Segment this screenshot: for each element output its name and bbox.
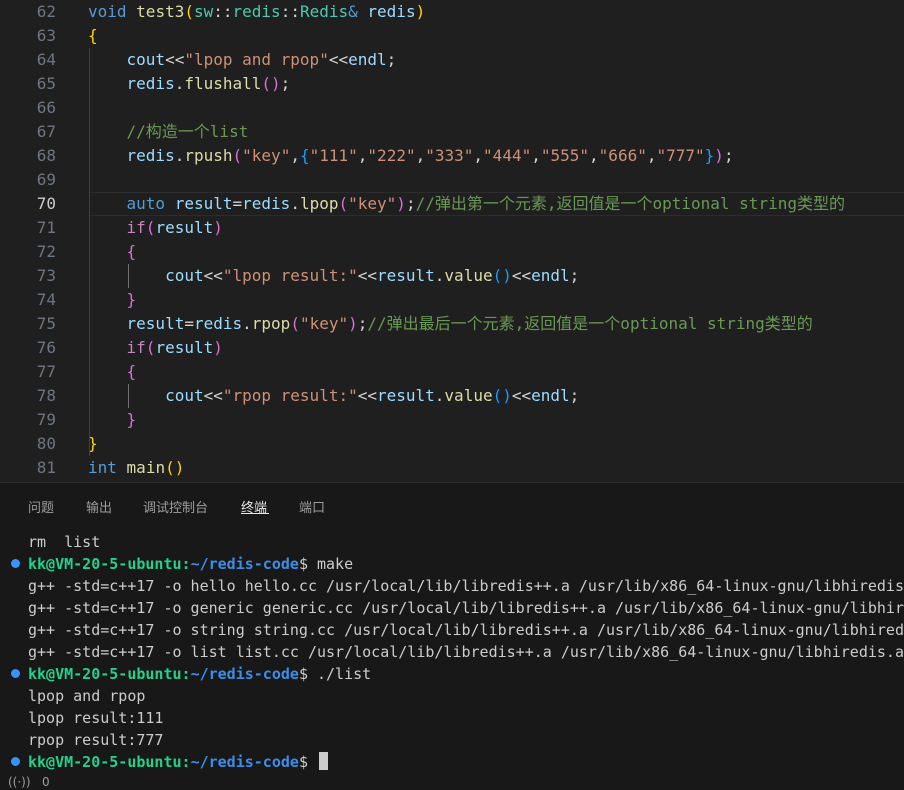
line-number: 70 (36, 194, 56, 213)
code-line[interactable]: 72 { (0, 240, 904, 264)
code-text[interactable]: int main() (88, 456, 184, 480)
prompt-command: $ (298, 753, 317, 771)
code-text[interactable]: cout<<"lpop and rpop"<<endl; (88, 48, 397, 72)
code-text[interactable]: cout<<"rpop result:"<<result.value()<<en… (88, 384, 579, 408)
prompt-command: $ ./list (298, 665, 372, 683)
prompt-path: ~/redis-code (190, 555, 299, 573)
line-number: 69 (36, 170, 56, 189)
terminal-output-line: g++ -std=c++17 -o hello hello.cc /usr/lo… (28, 577, 904, 595)
code-text[interactable]: redis.flushall(); (88, 72, 291, 96)
code-line[interactable]: 77 { (0, 360, 904, 384)
code-line[interactable]: 67 //构造一个list (0, 120, 904, 144)
line-number: 64 (36, 50, 56, 69)
panel-tabs: 问题 输出 调试控制台 终端 端口 (0, 483, 904, 527)
code-line[interactable]: 66 (0, 96, 904, 120)
code-line[interactable]: 65 redis.flushall(); (0, 72, 904, 96)
line-number: 67 (36, 122, 56, 141)
code-text[interactable]: result=redis.rpop("key");//弹出最后一个元素,返回值是… (88, 312, 813, 336)
command-decoration-icon[interactable] (11, 559, 20, 568)
code-line[interactable]: 63 { (0, 24, 904, 48)
prompt-user: kk@VM-20-5-ubuntu: (28, 665, 191, 683)
prompt-user: kk@VM-20-5-ubuntu: (28, 753, 191, 771)
code-text[interactable]: { (88, 240, 137, 264)
indent-guide (128, 264, 129, 288)
panel-tab[interactable]: 输出 (86, 497, 112, 516)
code-text[interactable]: auto result=redis.lpop("key");//弹出第一个元素,… (88, 192, 845, 216)
ports-count: 0 (42, 775, 50, 789)
code-text[interactable]: } (88, 288, 137, 312)
code-text[interactable]: void test3(sw::redis::Redis& redis) (88, 0, 425, 24)
status-bar: ((·)) 0 (0, 774, 904, 790)
code-editor[interactable]: 62 void test3(sw::redis::Redis& redis) 63{… (0, 0, 904, 482)
code-text[interactable]: { (88, 24, 98, 48)
line-number: 62 (36, 2, 56, 21)
code-text[interactable]: { (88, 360, 137, 384)
line-number: 79 (36, 410, 56, 429)
code-line[interactable]: 69 (0, 168, 904, 192)
line-number: 77 (36, 362, 56, 381)
terminal-cursor[interactable] (319, 752, 328, 770)
terminal-output-line: g++ -std=c++17 -o generic generic.cc /us… (28, 599, 904, 617)
line-number: 68 (36, 146, 56, 165)
line-number: 63 (36, 26, 56, 45)
code-text[interactable]: if(result) (88, 216, 223, 240)
code-line[interactable]: 73 cout<<"lpop result:"<<result.value()<… (0, 264, 904, 288)
line-number: 81 (36, 458, 56, 477)
line-number: 74 (36, 290, 56, 309)
terminal-output-line: g++ -std=c++17 -o list list.cc /usr/loca… (28, 643, 904, 661)
code-line[interactable]: 68 redis.rpush("key",{"111","222","333",… (0, 144, 904, 168)
line-number: 73 (36, 266, 56, 285)
terminal-output-line: lpop and rpop (28, 687, 146, 705)
code-line[interactable]: 79 } (0, 408, 904, 432)
terminal-output-line: lpop result:111 (28, 709, 164, 727)
bottom-panel: 问题 输出 调试控制台 终端 端口 rm list kk@VM-20-5-ubuntu:~… (0, 483, 904, 790)
code-text[interactable]: } (88, 408, 137, 432)
terminal-prompt-line: kk@VM-20-5-ubuntu:~/redis-code$ ./list (28, 663, 371, 685)
active-tab-indicator (241, 513, 269, 514)
terminal-output-line: rm list (28, 533, 101, 551)
terminal-prompt-line: kk@VM-20-5-ubuntu:~/redis-code$ (28, 751, 328, 773)
code-text[interactable]: cout<<"lpop result:"<<result.value()<<en… (88, 264, 579, 288)
prompt-path: ~/redis-code (190, 665, 299, 683)
panel-tab[interactable]: 调试控制台 (143, 497, 208, 516)
code-line[interactable]: 62 void test3(sw::redis::Redis& redis) (0, 0, 904, 24)
code-line[interactable]: 70 auto result=redis.lpop("key");//弹出第一个… (0, 192, 904, 216)
line-number: 75 (36, 314, 56, 333)
code-line[interactable]: 74 } (0, 288, 904, 312)
code-text[interactable]: redis.rpush("key",{"111","222","333","44… (88, 144, 734, 168)
line-number: 78 (36, 386, 56, 405)
command-decoration-icon[interactable] (11, 757, 20, 766)
line-number: 80 (36, 434, 56, 453)
code-line[interactable]: 71 if(result) (0, 216, 904, 240)
indent-guide (128, 384, 129, 408)
code-line[interactable]: 75 result=redis.rpop("key");//弹出最后一个元素,返… (0, 312, 904, 336)
terminal-output-line: g++ -std=c++17 -o string string.cc /usr/… (28, 621, 904, 639)
code-line[interactable]: 76 if(result) (0, 336, 904, 360)
command-decoration-icon[interactable] (11, 669, 20, 678)
broadcast-icon[interactable]: ((·)) (8, 775, 31, 789)
prompt-command: $ make (298, 555, 354, 573)
indent-guide (89, 48, 90, 456)
terminal-output-line: rpop result:777 (28, 731, 164, 749)
line-number: 71 (36, 218, 56, 237)
code-line[interactable]: 64 cout<<"lpop and rpop"<<endl; (0, 48, 904, 72)
line-number: 65 (36, 74, 56, 93)
code-text[interactable]: //构造一个list (88, 120, 249, 144)
prompt-user: kk@VM-20-5-ubuntu: (28, 555, 191, 573)
panel-tab[interactable]: 问题 (28, 497, 54, 516)
prompt-path: ~/redis-code (190, 753, 299, 771)
panel-tab[interactable]: 端口 (299, 497, 325, 516)
line-number: 66 (36, 98, 56, 117)
code-line[interactable]: 81 int main() (0, 456, 904, 480)
code-line[interactable]: 80} (0, 432, 904, 456)
line-number: 72 (36, 242, 56, 261)
code-text[interactable]: if(result) (88, 336, 223, 360)
code-line[interactable]: 78 cout<<"rpop result:"<<result.value()<… (0, 384, 904, 408)
line-number: 76 (36, 338, 56, 357)
terminal-prompt-line: kk@VM-20-5-ubuntu:~/redis-code$ make (28, 553, 353, 575)
